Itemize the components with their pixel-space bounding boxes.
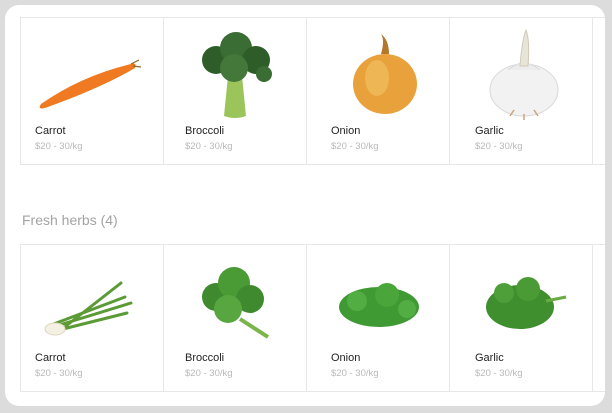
app-window: Carrot $20 - 30/kg Broccoli $20 - 30/kg <box>5 5 605 406</box>
product-row-herbs: Carrot $20 - 30/kg Broccoli $20 - 30/kg <box>20 244 605 392</box>
product-card-spring-onion[interactable]: Carrot $20 - 30/kg <box>20 245 163 391</box>
product-name: Garlic <box>475 125 504 137</box>
product-price: $20 - 30/kg <box>331 368 379 379</box>
onion-image <box>307 26 449 122</box>
parsley-image <box>307 253 449 349</box>
product-card-parsley[interactable]: Onion $20 - 30/kg <box>306 245 449 391</box>
product-name: Broccoli <box>185 352 225 364</box>
product-card-celery-leaf[interactable]: Garlic $20 - 30/kg <box>449 245 592 391</box>
product-card-partial <box>592 245 605 391</box>
product-price: $20 - 30/kg <box>185 141 233 152</box>
spring-onion-image <box>21 253 163 349</box>
product-price: $20 - 30/kg <box>35 141 83 152</box>
product-card-cilantro[interactable]: Broccoli $20 - 30/kg <box>163 245 306 391</box>
product-price: $20 - 30/kg <box>475 141 523 152</box>
cilantro-image <box>164 253 306 349</box>
product-price: $20 - 30/kg <box>331 141 379 152</box>
product-card-partial <box>592 18 605 164</box>
product-name: Carrot <box>35 125 66 137</box>
product-card-onion[interactable]: Onion $20 - 30/kg <box>306 18 449 164</box>
product-card-garlic[interactable]: Garlic $20 - 30/kg <box>449 18 592 164</box>
product-name: Garlic <box>475 352 504 364</box>
carrot-image <box>21 26 163 122</box>
product-name: Carrot <box>35 352 66 364</box>
celery-leaf-image <box>450 253 592 349</box>
product-price: $20 - 30/kg <box>35 368 83 379</box>
product-row-vegetables: Carrot $20 - 30/kg Broccoli $20 - 30/kg <box>20 17 605 165</box>
section-title: Fresh herbs (4) <box>22 212 118 228</box>
product-card-broccoli[interactable]: Broccoli $20 - 30/kg <box>163 18 306 164</box>
product-price: $20 - 30/kg <box>185 368 233 379</box>
product-name: Broccoli <box>185 125 225 137</box>
product-name: Onion <box>331 352 361 364</box>
product-price: $20 - 30/kg <box>475 368 523 379</box>
product-card-carrot[interactable]: Carrot $20 - 30/kg <box>20 18 163 164</box>
garlic-image <box>450 26 592 122</box>
product-name: Onion <box>331 125 361 137</box>
broccoli-image <box>164 26 306 122</box>
